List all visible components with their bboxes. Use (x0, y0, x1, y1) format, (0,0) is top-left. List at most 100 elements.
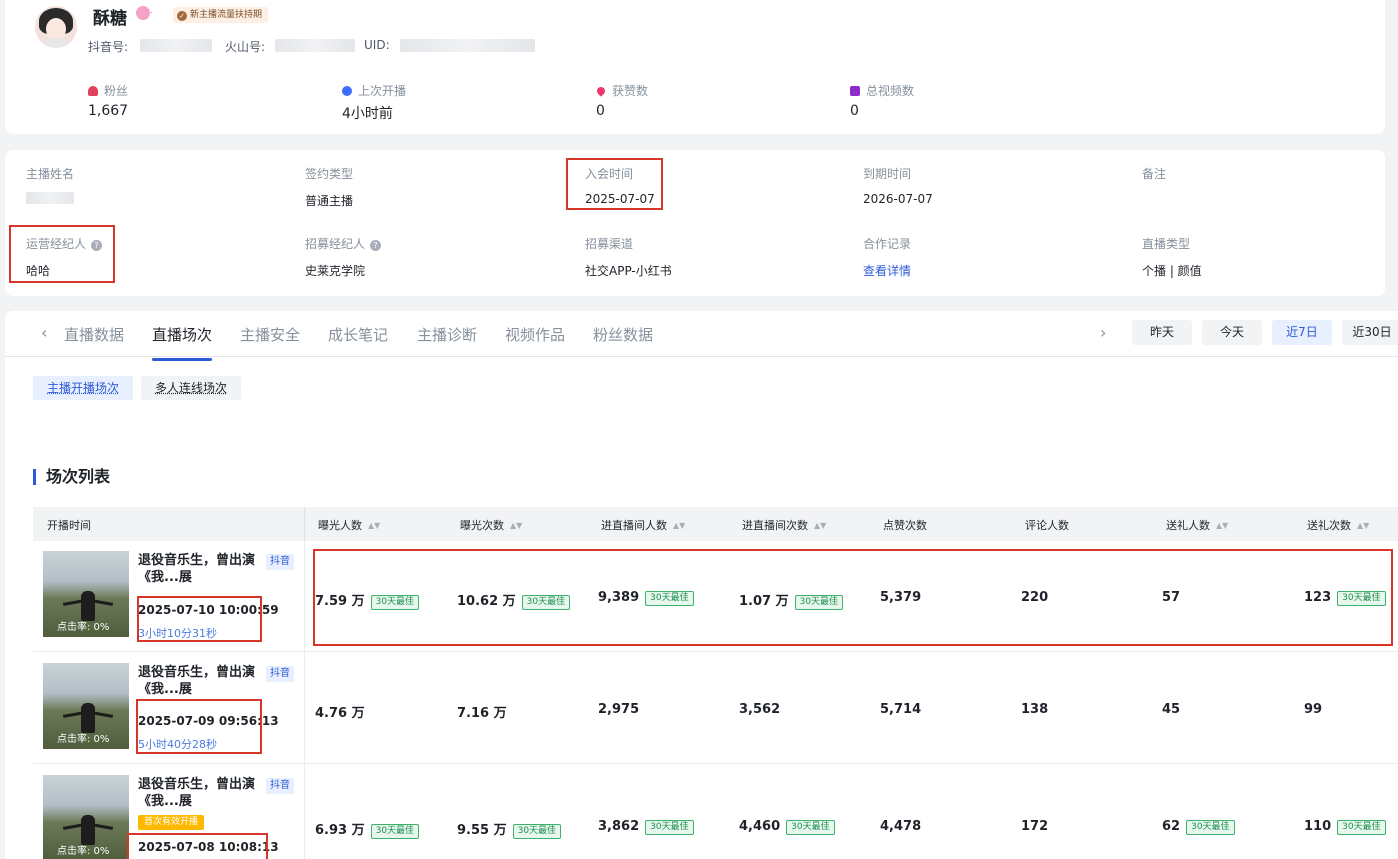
field-recruit-channel: 招募渠道 社交APP-小红书 (585, 237, 672, 278)
douyin-id-value (140, 39, 212, 52)
stat-fans: 粉丝 1,667 (88, 84, 129, 119)
highlight-box (127, 833, 268, 859)
field-contract-type: 签约类型 普通主播 (305, 167, 354, 208)
live-cover-thumbnail[interactable]: 点击率: 0% (43, 775, 129, 859)
profile-card: 酥糖 · ✓ 新主播流量扶持期 抖音号: 火山号: UID: 粉丝 1,667 上… (5, 0, 1385, 134)
best-30d-tag: 30天最佳 (512, 824, 562, 839)
exposure-users: 6.93 万 30天最佳 (315, 819, 420, 839)
stat-videos: 总视频数 0 (850, 84, 915, 119)
col-enter-users[interactable]: 进直播间人数 ▲▼ (601, 517, 685, 533)
table-row[interactable]: 点击率: 0% 退役音乐生，曾出演《我...展 抖音 2025-07-10 10… (33, 541, 1398, 652)
field-coop-record: 合作记录 查看详情 (863, 237, 912, 279)
exposure-times: 9.55 万 30天最佳 (457, 819, 562, 839)
highlight-box (9, 225, 115, 283)
sessions-card: ‹ 直播数据 直播场次 主播安全 成长笔记 主播诊断 视频作品 粉丝数据 › 昨… (5, 311, 1398, 859)
tab-diagnosis[interactable]: 主播诊断 (417, 324, 477, 345)
comments: 138 (1021, 702, 1049, 717)
chevron-left-icon[interactable]: ‹ (41, 323, 47, 342)
tab-live-data[interactable]: 直播数据 (64, 324, 124, 345)
sort-icon[interactable]: ▲▼ (368, 521, 380, 530)
platform-tag: 抖音 (266, 554, 294, 570)
check-icon: ✓ (177, 11, 187, 21)
help-icon[interactable]: ? (370, 240, 382, 251)
range-30days[interactable]: 近30日 (1342, 320, 1398, 345)
field-streamer-name: 主播姓名 (26, 165, 74, 207)
subtab-host-sessions[interactable]: 主播开播场次 (33, 376, 134, 400)
ctr-label: 点击率: 0% (57, 734, 110, 745)
uid-value (400, 39, 535, 52)
table-header: 开播时间 曝光人数 ▲▼ 曝光次数 ▲▼ 进直播间人数 ▲▼ 进直播间次数 ▲▼ 点赞次… (33, 507, 1398, 541)
col-comments: 评论人数 (1025, 519, 1069, 532)
likes: 4,478 (880, 819, 922, 834)
session-title[interactable]: 退役音乐生，曾出演《我...展 (138, 776, 256, 810)
best-30d-tag: 30天最佳 (1186, 820, 1235, 835)
platform-tag: 抖音 (266, 778, 294, 794)
view-details-link[interactable]: 查看详情 (863, 262, 911, 279)
clock-icon (342, 86, 352, 96)
comments: 172 (1021, 819, 1049, 834)
gift-times: 110 30天最佳 (1304, 819, 1386, 835)
field-remark: 备注 (1142, 167, 1167, 181)
stat-likes: 获赞数 0 (595, 84, 649, 119)
session-title[interactable]: 退役音乐生，曾出演《我...展 (138, 664, 256, 698)
uid-label: UID: (364, 38, 390, 52)
enter-users: 2,975 (598, 702, 640, 717)
col-exposure-times[interactable]: 曝光次数 ▲▼ (460, 517, 522, 533)
subtab-multi-link-sessions[interactable]: 多人连线场次 (141, 376, 242, 400)
ctr-label: 点击率: 0% (57, 622, 110, 633)
field-recruit-agent: 招募经纪人? 史莱克学院 (305, 235, 382, 279)
table-row[interactable]: 点击率: 0% 退役音乐生，曾出演《我...展 抖音 首次有效开播 2025-0… (33, 764, 1398, 859)
best-30d-tag: 30天最佳 (1337, 820, 1386, 835)
heart-icon (595, 85, 607, 97)
gift-users: 45 (1162, 702, 1181, 717)
huoshan-id-value (275, 39, 355, 52)
exposure-times: 7.16 万 (457, 706, 507, 721)
sort-icon[interactable]: ▲▼ (673, 521, 685, 530)
level-icon (136, 6, 150, 20)
tab-growth-notes[interactable]: 成长笔记 (328, 324, 388, 345)
col-exposure-users[interactable]: 曝光人数 ▲▼ (318, 517, 380, 533)
streamer-name-value (26, 192, 74, 204)
col-start-time: 开播时间 (47, 519, 91, 532)
sort-icon[interactable]: ▲▼ (1216, 521, 1228, 530)
col-gift-times[interactable]: 送礼次数 ▲▼ (1307, 517, 1369, 533)
contract-info-card: 主播姓名 签约类型 普通主播 入会时间 2025-07-07 到期时间 2026… (5, 150, 1385, 296)
range-today[interactable]: 今天 (1202, 320, 1262, 345)
col-enter-times[interactable]: 进直播间次数 ▲▼ (742, 517, 826, 533)
tab-safety[interactable]: 主播安全 (240, 324, 300, 345)
ctr-label: 点击率: 0% (57, 846, 110, 857)
enter-times: 3,562 (739, 702, 781, 717)
tab-fans-data[interactable]: 粉丝数据 (593, 324, 653, 345)
sort-icon[interactable]: ▲▼ (510, 521, 522, 530)
streamer-nickname: 酥糖 (93, 9, 127, 29)
huoshan-id-label: 火山号: (225, 40, 266, 54)
highlight-box (566, 158, 663, 210)
douyin-id-label: 抖音号: (88, 40, 129, 54)
enter-users: 3,862 30天最佳 (598, 819, 694, 835)
tab-videos[interactable]: 视频作品 (505, 324, 565, 345)
gift-times: 99 (1304, 702, 1323, 717)
tab-live-sessions[interactable]: 直播场次 (152, 324, 213, 361)
video-icon (850, 86, 860, 96)
best-30d-tag: 30天最佳 (370, 824, 420, 839)
session-title[interactable]: 退役音乐生，曾出演《我...展 (138, 552, 256, 586)
sort-icon[interactable]: ▲▼ (1357, 521, 1369, 530)
stat-last-live: 上次开播 4小时前 (342, 84, 407, 122)
range-7days[interactable]: 近7日 (1272, 320, 1332, 345)
live-cover-thumbnail[interactable]: 点击率: 0% (43, 663, 129, 749)
section-title: 场次列表 (33, 469, 110, 485)
best-30d-tag: 30天最佳 (645, 820, 694, 835)
col-likes: 点赞次数 (883, 519, 927, 532)
exposure-users: 4.76 万 (315, 706, 365, 721)
live-cover-thumbnail[interactable]: 点击率: 0% (43, 551, 129, 637)
field-expire-time: 到期时间 2026-07-07 (863, 167, 933, 206)
first-live-tag: 首次有效开播 (138, 815, 205, 830)
sort-icon[interactable]: ▲▼ (814, 521, 826, 530)
support-badge: ✓ 新主播流量扶持期 (173, 7, 269, 23)
table-row[interactable]: 点击率: 0% 退役音乐生，曾出演《我...展 抖音 2025-07-09 09… (33, 652, 1398, 764)
col-gift-users[interactable]: 送礼人数 ▲▼ (1166, 517, 1228, 533)
gift-users: 62 30天最佳 (1162, 819, 1235, 835)
chevron-right-icon[interactable]: › (1100, 323, 1106, 342)
avatar[interactable] (35, 6, 77, 48)
range-yesterday[interactable]: 昨天 (1132, 320, 1192, 345)
